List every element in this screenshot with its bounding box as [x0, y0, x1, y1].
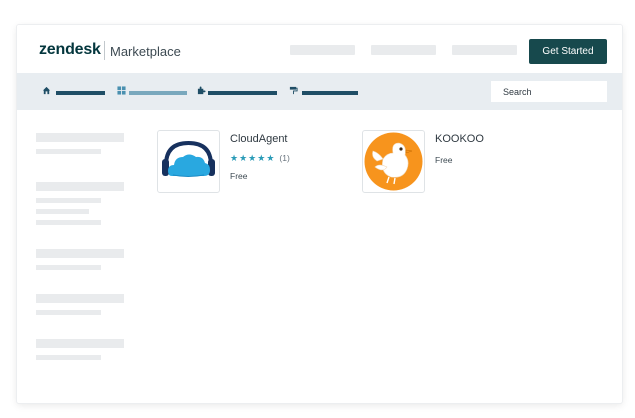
sidebar-line-placeholder	[36, 149, 101, 154]
category-link[interactable]	[56, 91, 105, 95]
star-icon: ★	[266, 152, 275, 163]
sidebar-heading-placeholder	[36, 249, 124, 258]
sidebar-line-placeholder	[36, 310, 101, 315]
sidebar-heading-placeholder	[36, 294, 124, 303]
category-bar	[17, 73, 622, 110]
bird-logo-icon	[364, 132, 423, 191]
marketplace-window: zendesk Marketplace Get Started Search C…	[17, 25, 622, 403]
app-rating: ★ ★ ★ ★ ★ (1)	[230, 153, 290, 163]
sidebar-heading-placeholder	[36, 339, 124, 348]
puzzle-icon[interactable]	[197, 86, 206, 95]
app-price: Free	[230, 171, 248, 181]
sidebar-line-placeholder	[36, 220, 101, 225]
sidebar-heading-placeholder	[36, 182, 124, 191]
grid-icon[interactable]	[117, 86, 126, 95]
search-input[interactable]	[491, 81, 607, 102]
brand-logo[interactable]: zendesk	[39, 41, 101, 59]
sidebar-line-placeholder	[36, 209, 89, 214]
star-icon: ★	[239, 152, 248, 163]
sidebar-line-placeholder	[36, 265, 101, 270]
category-link-active[interactable]	[129, 91, 187, 95]
marketplace-title: Marketplace	[110, 44, 181, 59]
category-link[interactable]	[208, 91, 277, 95]
rating-count: (1)	[279, 153, 290, 163]
star-icon: ★	[257, 152, 266, 163]
headset-cloud-logo-icon	[162, 140, 215, 177]
home-icon[interactable]	[42, 86, 51, 95]
category-link[interactable]	[302, 91, 358, 95]
cloudagent-app-logo[interactable]	[157, 130, 220, 193]
star-icon: ★	[230, 152, 239, 163]
sidebar-line-placeholder	[36, 355, 101, 360]
app-price: Free	[435, 155, 453, 165]
sidebar-heading-placeholder	[36, 133, 124, 142]
top-header: zendesk Marketplace Get Started	[17, 25, 622, 73]
kookoo-app-logo[interactable]	[362, 130, 425, 193]
sidebar-line-placeholder	[36, 198, 101, 203]
get-started-button[interactable]: Get Started	[529, 39, 607, 64]
paint-roller-icon[interactable]	[289, 86, 298, 95]
nav-link-placeholder[interactable]	[371, 45, 436, 55]
app-name[interactable]: KOOKOO	[435, 133, 484, 145]
app-name[interactable]: CloudAgent	[230, 133, 288, 145]
nav-link-placeholder[interactable]	[452, 45, 517, 55]
star-icon: ★	[248, 152, 257, 163]
nav-link-placeholder[interactable]	[290, 45, 355, 55]
brand-divider	[104, 41, 105, 60]
